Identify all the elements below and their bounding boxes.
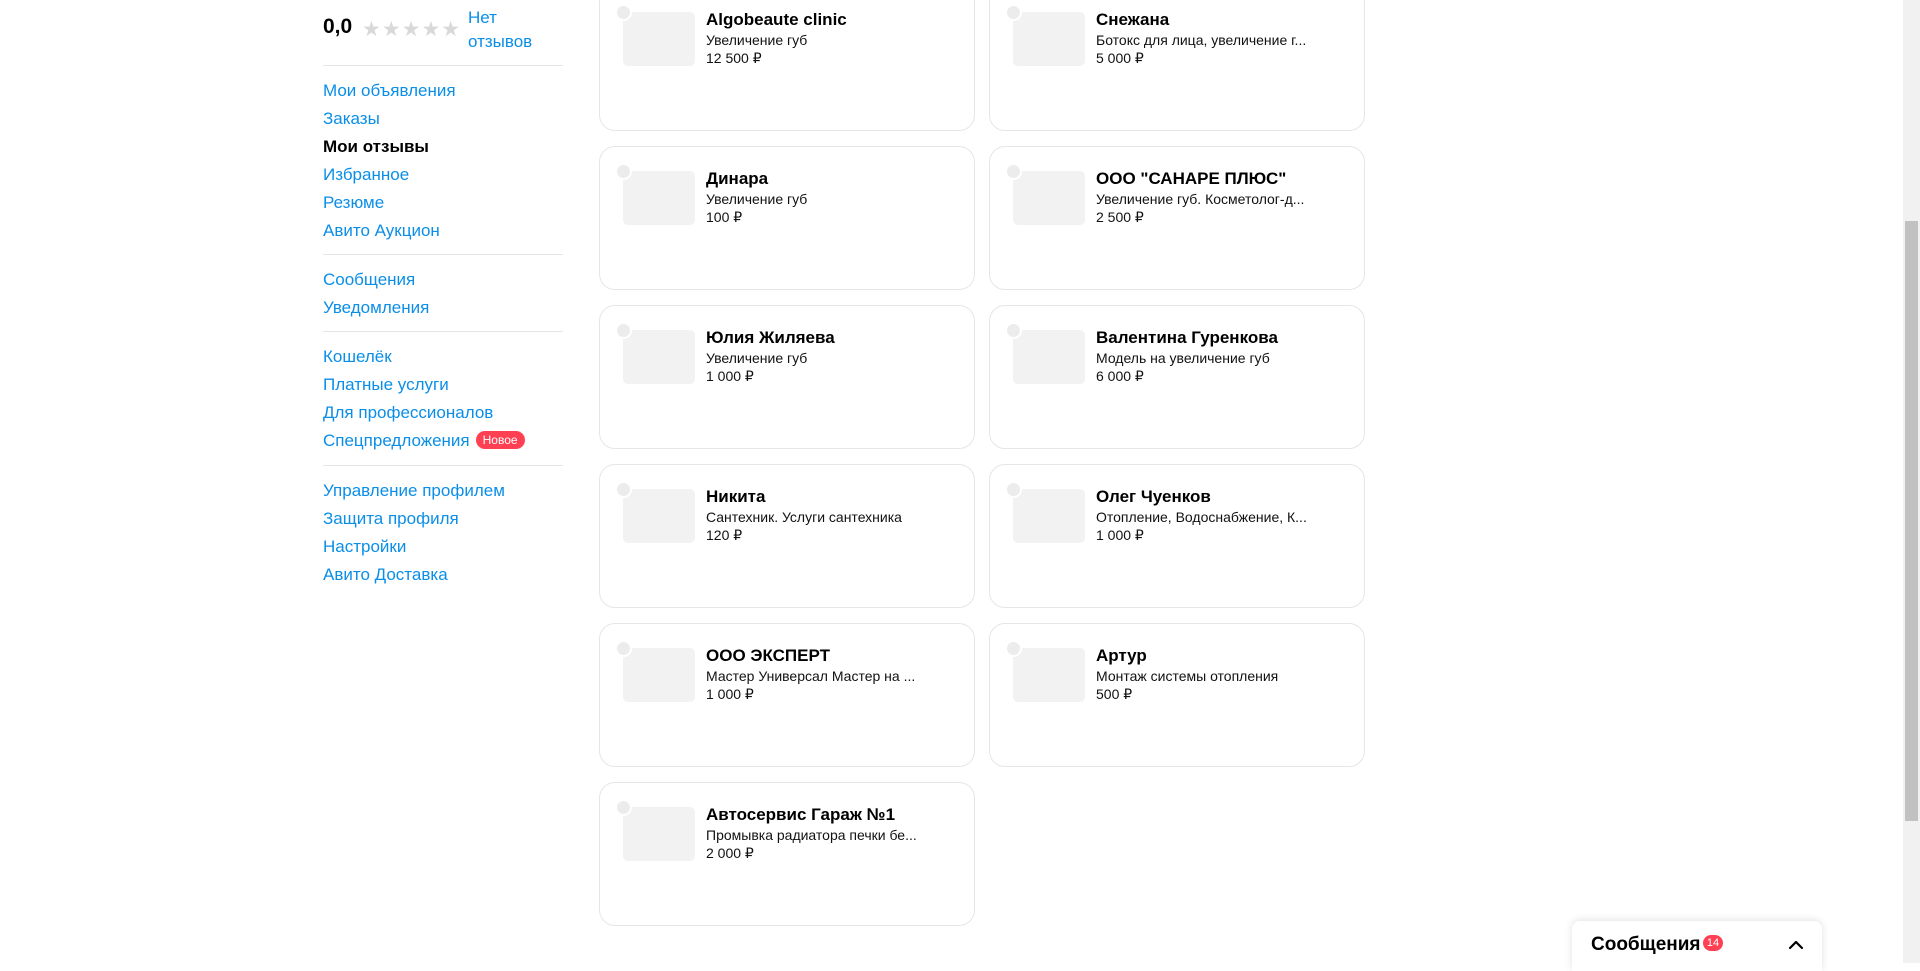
sidebar-item-profile-protection[interactable]: Защита профиля [323,505,563,533]
listing-thumbnail [623,489,695,543]
rating-value: 0,0 [323,15,353,38]
listing-seller-name: ООО "САНАРЕ ПЛЮС" [1096,169,1287,188]
listing-thumbnail [1013,489,1085,543]
listing-thumbnail [623,330,695,384]
avatar [615,163,632,180]
sidebar-item-settings[interactable]: Настройки [323,533,563,561]
sidebar-nav-group-2: Сообщения Уведомления [323,254,563,322]
avatar [1005,640,1022,657]
listing-card[interactable]: Юлия Жиляева Увеличение губ 1 000 ₽ [599,305,975,449]
listing-price: 500 ₽ [1096,686,1133,702]
sidebar-item-special-offers[interactable]: Спецпредложения Новое [323,427,563,455]
avatar [1005,163,1022,180]
listing-seller-name: Валентина Гуренкова [1096,328,1278,347]
sidebar-item-orders[interactable]: Заказы [323,105,563,133]
listing-price: 100 ₽ [706,209,743,225]
listing-thumbnail [623,171,695,225]
listing-thumbnail [623,648,695,702]
scrollbar-thumb[interactable] [1905,221,1918,821]
listing-title: Отопление, Водоснабжение, К... [1096,509,1307,525]
listing-seller-name: Никита [706,487,766,506]
listing-seller-name: Автосервис Гараж №1 [706,805,896,824]
sidebar-item-delivery[interactable]: Авито Доставка [323,561,563,589]
avatar [1005,322,1022,339]
sidebar-item-label: Спецпредложения [323,431,470,450]
listing-card[interactable]: Снежана Ботокс для лица, увеличение г...… [989,0,1365,131]
listing-title: Мастер Универсал Мастер на ... [706,668,916,684]
chevron-up-icon[interactable] [1786,935,1806,955]
listing-title: Увеличение губ [706,191,808,207]
sidebar-item-my-ads[interactable]: Мои объявления [323,77,563,105]
rating-stars-icon: ★★★★★ [362,18,462,41]
messages-widget[interactable]: Сообщения 14 [1572,921,1822,971]
sidebar-item-favorites[interactable]: Избранное [323,161,563,189]
listing-price: 2 500 ₽ [1096,209,1144,225]
avatar [615,4,632,21]
sidebar-nav-group-4: Управление профилем Защита профиля Настр… [323,465,563,589]
listing-card[interactable]: Валентина Гуренкова Модель на увеличение… [989,305,1365,449]
unread-count-badge: 14 [1703,935,1723,951]
messages-widget-title: Сообщения [1591,934,1701,955]
sidebar-nav-group-3: Кошелёк Платные услуги Для профессионало… [323,331,563,455]
listing-card[interactable]: Автосервис Гараж №1 Промывка радиатора п… [599,782,975,926]
no-reviews-link[interactable]: Нет отзывов [468,6,563,54]
listing-card[interactable]: Динара Увеличение губ 100 ₽ [599,146,975,290]
listing-seller-name: ООО ЭКСПЕРТ [706,646,830,665]
sidebar-item-messages[interactable]: Сообщения [323,266,563,294]
listing-price: 5 000 ₽ [1096,50,1144,66]
listing-title: Сантехник. Услуги сантехника [706,509,902,525]
listing-title: Увеличение губ [706,350,808,366]
sidebar-item-wallet[interactable]: Кошелёк [323,343,563,371]
listing-price: 12 500 ₽ [706,50,762,66]
sidebar-item-auction[interactable]: Авито Аукцион [323,217,563,245]
listing-title: Модель на увеличение губ [1096,350,1270,366]
sidebar-nav-group-1: Мои объявления Заказы Мои отзывы Избранн… [323,65,563,245]
listing-seller-name: Юлия Жиляева [706,328,835,347]
listing-title: Монтаж системы отопления [1096,668,1279,684]
avatar [615,322,632,339]
listing-price: 1 000 ₽ [706,686,754,702]
sidebar-item-my-reviews[interactable]: Мои отзывы [323,133,563,161]
rating-summary: 0,0 ★★★★★ Нет отзывов [323,6,563,58]
listing-card[interactable]: Никита Сантехник. Услуги сантехника 120 … [599,464,975,608]
listing-seller-name: Снежана [1096,10,1170,29]
listing-price: 1 000 ₽ [1096,527,1144,543]
listing-seller-name: Артур [1096,646,1147,665]
new-badge: Новое [475,431,525,449]
listing-title: Увеличение губ. Косметолог-д... [1096,191,1305,207]
listing-thumbnail [1013,648,1085,702]
listing-card[interactable]: ООО ЭКСПЕРТ Мастер Универсал Мастер на .… [599,623,975,767]
listing-title: Промывка радиатора печки бе... [706,827,917,843]
avatar [615,481,632,498]
listing-card[interactable]: ООО "САНАРЕ ПЛЮС" Увеличение губ. Космет… [989,146,1365,290]
listing-price: 2 000 ₽ [706,845,754,861]
listing-seller-name: Олег Чуенков [1096,487,1211,506]
listing-title: Ботокс для лица, увеличение г... [1096,32,1307,48]
listing-thumbnail [623,12,695,66]
listing-seller-name: Algobeaute clinic [706,10,847,29]
listing-title: Увеличение губ [706,32,808,48]
listing-card[interactable]: Algobeaute clinic Увеличение губ 12 500 … [599,0,975,131]
sidebar-item-notifications[interactable]: Уведомления [323,294,563,322]
sidebar-item-resume[interactable]: Резюме [323,189,563,217]
sidebar-item-for-pros[interactable]: Для профессионалов [323,399,563,427]
listing-card[interactable]: Артур Монтаж системы отопления 500 ₽ [989,623,1365,767]
listing-thumbnail [1013,171,1085,225]
sidebar-item-paid-services[interactable]: Платные услуги [323,371,563,399]
page-scrollbar[interactable] [1903,0,1920,963]
avatar [615,799,632,816]
listing-seller-name: Динара [706,169,769,188]
listing-thumbnail [1013,330,1085,384]
listing-thumbnail [623,807,695,861]
listing-thumbnail [1013,12,1085,66]
listing-price: 1 000 ₽ [706,368,754,384]
listing-price: 120 ₽ [706,527,743,543]
avatar [1005,4,1022,21]
avatar [1005,481,1022,498]
listing-card[interactable]: Олег Чуенков Отопление, Водоснабжение, К… [989,464,1365,608]
avatar [615,640,632,657]
sidebar-item-profile-management[interactable]: Управление профилем [323,477,563,505]
listing-price: 6 000 ₽ [1096,368,1144,384]
